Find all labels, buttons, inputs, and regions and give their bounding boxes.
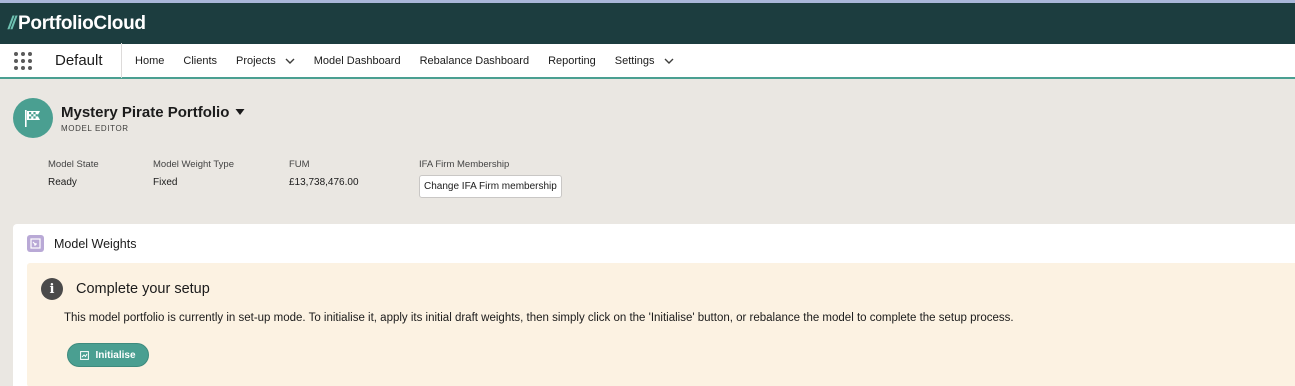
page-title: Mystery Pirate Portfolio: [61, 103, 230, 121]
weights-icon: [27, 235, 44, 252]
nav-items: Home Clients Projects Model Dashboard Re…: [122, 43, 683, 78]
brand-bar: // PortfolioCloud: [0, 3, 1295, 44]
field-label: Model Weight Type: [153, 159, 234, 170]
initialise-button-label: Initialise: [95, 349, 136, 361]
field-label: IFA Firm Membership: [419, 159, 510, 170]
nav-item-model-dashboard[interactable]: Model Dashboard: [304, 43, 410, 78]
page-subtitle: MODEL EDITOR: [61, 123, 129, 133]
field-label: Model State: [48, 159, 99, 170]
setup-notice: i Complete your setup This model portfol…: [27, 263, 1295, 386]
nav-item-label: Clients: [183, 54, 217, 67]
field-ifa-firm-membership: IFA Firm Membership Change IFA Firm memb…: [419, 159, 579, 198]
field-fum: FUM £13,738,476.00: [289, 159, 419, 198]
nav-item-reporting[interactable]: Reporting: [539, 43, 606, 78]
nav-item-label: Reporting: [548, 54, 596, 67]
nav-item-settings[interactable]: Settings: [605, 43, 683, 78]
nav-item-home[interactable]: Home: [126, 43, 174, 78]
record-header: Mystery Pirate Portfolio MODEL EDITOR: [13, 98, 245, 138]
flag-icon: [13, 98, 53, 138]
field-value: £13,738,476.00: [289, 177, 359, 188]
field-model-state: Model State Ready: [48, 159, 153, 198]
app-launcher-button[interactable]: [0, 43, 46, 78]
model-weights-card: Model Weights i Complete your setup This…: [13, 224, 1295, 386]
nav-item-rebalance-dashboard[interactable]: Rebalance Dashboard: [410, 43, 538, 78]
nav-item-label: Model Dashboard: [313, 54, 401, 67]
nav-item-label: Rebalance Dashboard: [419, 54, 530, 67]
brand-logo-slashes: //: [8, 13, 16, 33]
card-header: Model Weights: [13, 224, 1295, 263]
nav-item-label: Projects: [236, 54, 276, 67]
brand-name[interactable]: PortfolioCloud: [18, 13, 146, 35]
field-model-weight-type: Model Weight Type Fixed: [153, 159, 289, 198]
highlights-panel: Model State Ready Model Weight Type Fixe…: [48, 159, 579, 198]
info-icon: i: [41, 278, 63, 300]
nav-item-clients[interactable]: Clients: [174, 43, 227, 78]
global-nav: Default Home Clients Projects Model Dash…: [0, 43, 1295, 79]
field-value: Fixed: [153, 177, 178, 188]
card-title: Model Weights: [54, 236, 137, 251]
field-label: FUM: [289, 159, 310, 170]
nav-item-label: Settings: [614, 54, 655, 67]
waffle-icon: [14, 51, 32, 70]
nav-item-label: Home: [135, 54, 165, 67]
caret-down-icon[interactable]: [235, 108, 245, 116]
chevron-down-icon[interactable]: [664, 56, 674, 66]
field-value: Ready: [48, 177, 77, 188]
notice-text: This model portfolio is currently in set…: [64, 312, 1014, 324]
notice-title: Complete your setup: [76, 281, 210, 297]
initialise-button[interactable]: Initialise: [67, 343, 149, 367]
nav-item-projects[interactable]: Projects: [227, 43, 305, 78]
initialise-icon: [80, 350, 90, 360]
app-name: Default: [46, 43, 122, 78]
chevron-down-icon[interactable]: [285, 56, 295, 66]
change-ifa-membership-button[interactable]: Change IFA Firm membership: [419, 175, 562, 198]
